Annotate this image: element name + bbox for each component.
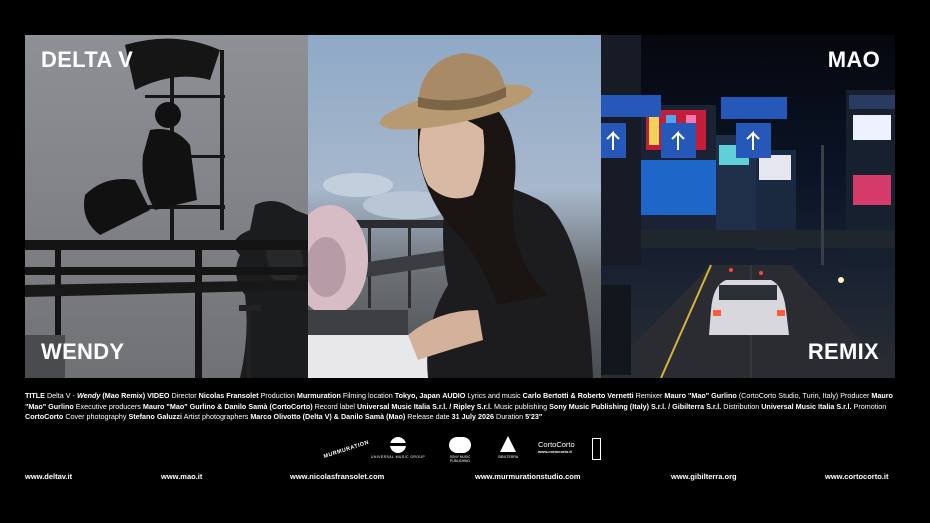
credit-key: AUDIO	[442, 391, 466, 400]
credit-key: Universal Music Italia S.r.l.	[761, 401, 852, 411]
credit-text: Artist photographers	[181, 412, 251, 421]
credit-key: Stefano Galuzzi	[128, 412, 182, 421]
credit-text: Filming location	[340, 391, 395, 400]
silhouette-illustration	[25, 38, 308, 378]
credit-text: Duration	[494, 412, 526, 421]
credit-key: VIDEO	[147, 391, 170, 400]
credit-text: Director	[169, 391, 199, 400]
website-link-murmuration[interactable]: www.murmurationstudio.com	[475, 472, 581, 481]
sony-music-icon	[449, 437, 471, 453]
label-wendy: WENDY	[41, 339, 125, 364]
website-link-gibilterra[interactable]: www.gibilterra.org	[671, 472, 737, 481]
credit-key: Mauro "Mao" Gurlino	[664, 391, 737, 400]
logo-row: MURMURATION UNIVERSAL MUSIC GROUP SONY M…	[0, 434, 930, 466]
credit-key: Sony Music Publishing (Italy) S.r.l. / G…	[549, 401, 722, 411]
photo-delta-v-silhouette: DELTA V WENDY	[25, 35, 308, 378]
credit-key: TITLE	[25, 391, 45, 400]
globe-icon	[390, 437, 406, 453]
website-link-deltav[interactable]: www.deltav.it	[25, 472, 72, 481]
credit-text: Executive producers	[73, 401, 143, 411]
photo-tokyo-night: MAO REMIX	[601, 35, 895, 378]
label-delta-v: DELTA V	[41, 47, 134, 72]
credit-key: Nicolas Fransolet	[198, 391, 259, 400]
credit-text: Cover photography	[63, 412, 129, 421]
credit-text: Distribution	[721, 401, 762, 411]
credit-title-italic: Wendy	[76, 391, 101, 400]
credit-text: (CortoCorto Studio, Turin, Italy) Produc…	[736, 391, 872, 400]
websites-row: www.deltav.it www.mao.it www.nicolasfran…	[25, 472, 895, 484]
credit-key: 5'23"	[525, 412, 543, 421]
credit-text: Lyrics and music	[465, 391, 523, 400]
image-strip: DELTA V WENDY MAO REMIX	[25, 35, 895, 378]
universal-logo-sub: UNIVERSAL MUSIC GROUP	[370, 455, 426, 459]
website-link-mao[interactable]: www.mao.it	[161, 472, 202, 481]
label-remix: REMIX	[807, 339, 879, 364]
credits-block: TITLE Delta V - Wendy (Mao Remix) VIDEO …	[25, 391, 905, 423]
credit-value: Delta V -	[44, 391, 77, 400]
website-link-nicolasfransolet[interactable]: www.nicolasfransolet.com	[290, 472, 384, 481]
credit-key: CortoCorto	[25, 412, 64, 421]
photo-woman-in-hat	[308, 35, 601, 378]
credit-key: Tokyo, Japan	[394, 391, 441, 400]
credit-text: Production	[258, 391, 297, 400]
sony-logo-sub: PUBLISHING	[450, 459, 470, 463]
credit-key: Mauro "Mao" Gurlino & Danilo Samà (Corto…	[142, 401, 313, 411]
tokyo-illustration	[601, 35, 895, 378]
lighthouse-icon	[500, 436, 516, 452]
murmuration-logo: MURMURATION	[323, 439, 370, 462]
credit-key: Universal Music Italia S.r.l. / Ripley S…	[356, 401, 492, 411]
sony-music-publishing-logo: SONY MUSIC PUBLISHING	[442, 437, 478, 465]
murmuration-logo-text: MURMURATION	[323, 439, 370, 461]
credit-key: 31 July 2026	[451, 412, 494, 421]
credit-key: Carlo Bertotti & Roberto Vernetti	[522, 391, 634, 400]
credit-text: Music publishing	[492, 401, 550, 411]
credit-key: Murmuration	[296, 391, 341, 400]
cortocorto-logo: CortoCorto www.cortocorto.it	[538, 438, 602, 464]
credit-text: Promotion	[851, 401, 887, 411]
credit-text: Release date	[405, 412, 452, 421]
gibilterra-logo-text: GIBILTERRA	[497, 455, 519, 459]
label-mao: MAO	[827, 47, 880, 72]
universal-logo: UNIVERSAL MUSIC GROUP	[366, 437, 430, 465]
gibilterra-logo: GIBILTERRA	[492, 436, 524, 464]
credit-key: Marco Olivotto (Delta V) & Danilo Samà (…	[250, 412, 406, 421]
woman-illustration	[308, 53, 593, 378]
website-link-cortocorto[interactable]: www.cortocorto.it	[825, 472, 888, 481]
credit-text: Remixer	[633, 391, 665, 400]
credit-text: Record label	[312, 401, 357, 411]
cortocorto-frame-icon	[592, 438, 601, 460]
credit-text: (Mao Remix)	[100, 391, 148, 400]
